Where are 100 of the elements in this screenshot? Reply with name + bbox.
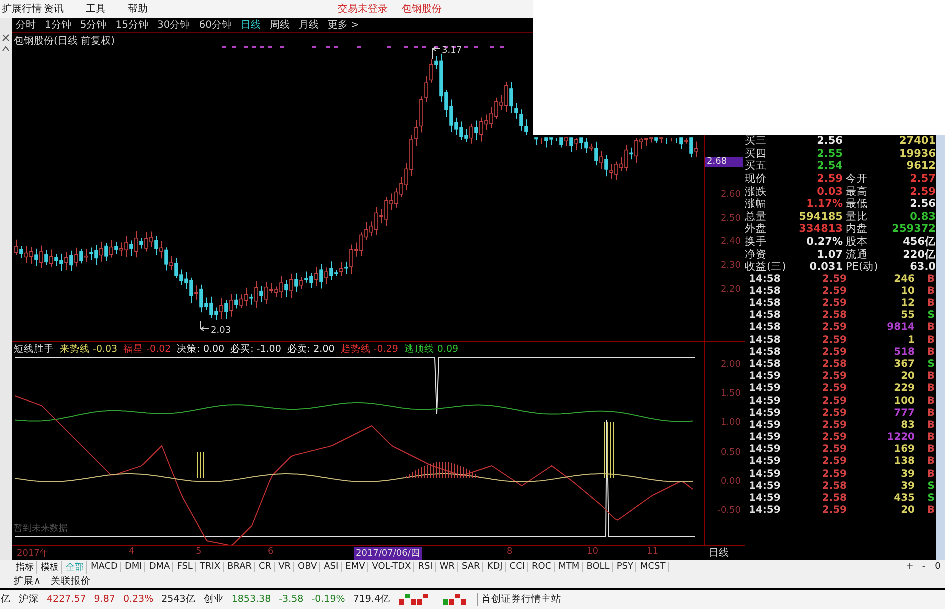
zoom-button[interactable]: + <box>903 562 917 572</box>
indicator-tab[interactable]: MTM <box>556 562 583 572</box>
zoom-button[interactable]: - <box>917 562 931 572</box>
indicator-tab[interactable]: DMA <box>147 562 174 572</box>
tick-price: 2.59 <box>821 346 847 359</box>
period-tab[interactable]: 1分钟 <box>45 18 72 32</box>
menu-item[interactable]: 帮助 <box>128 2 168 16</box>
period-tab[interactable]: 30分钟 <box>157 18 190 32</box>
tick-volume: 1 <box>907 334 915 347</box>
indicator-tab[interactable]: BRAR <box>226 562 256 572</box>
zoom-button[interactable]: 0 <box>931 562 945 572</box>
extra-tab[interactable]: 扩展∧ <box>14 574 41 588</box>
period-tab[interactable]: 周线 <box>270 18 290 32</box>
indicator-tab[interactable]: KDJ <box>485 562 506 572</box>
indicator-tab[interactable]: OBV <box>296 562 320 572</box>
indicator-tab[interactable]: PSY <box>614 562 636 572</box>
period-tab[interactable]: 5分钟 <box>80 18 107 32</box>
indicator-tab[interactable]: MCST <box>638 562 669 572</box>
quote-value: 0.83 <box>909 210 936 223</box>
tick-side: B <box>926 346 935 359</box>
quote-value: 63.0 <box>909 261 936 274</box>
tick-time: 14:58 <box>749 358 782 371</box>
tick-time: 14:59 <box>749 371 782 384</box>
axis-label: 2.30 <box>720 261 741 271</box>
tick-side: S <box>926 358 935 371</box>
quote-label: 量比 <box>845 210 869 223</box>
tick-price: 2.59 <box>821 408 847 420</box>
indicator-tab[interactable]: FSL <box>175 562 196 572</box>
candlestick <box>541 138 542 145</box>
close-icon[interactable] <box>2 34 10 42</box>
period-tab[interactable]: 15分钟 <box>116 18 148 32</box>
period-tab[interactable]: 月线 <box>298 18 319 32</box>
tick-time: 14:59 <box>749 396 782 408</box>
tick-time: 14:59 <box>749 480 782 493</box>
tick-time: 14:58 <box>749 310 782 322</box>
tick-volume: 12 <box>900 298 915 310</box>
quote-value: 0.27% <box>806 236 843 248</box>
tick-side: B <box>926 432 935 444</box>
quote-value: 2.54 <box>816 160 843 172</box>
tick-price: 2.58 <box>821 493 847 505</box>
quote-value: 334813 <box>798 223 843 236</box>
period-tab[interactable]: 60分钟 <box>199 18 232 32</box>
quote-value: 456亿 <box>902 236 936 248</box>
quote-label: PE(动) <box>845 261 880 274</box>
tick-volume: 518 <box>893 346 915 359</box>
quote-label: 买四 <box>745 148 768 160</box>
indicator-tab[interactable]: VR <box>276 562 294 572</box>
tick-volume: 1220 <box>886 432 915 444</box>
indicator-tab[interactable]: BOLL <box>584 562 613 572</box>
tick-price: 2.59 <box>821 371 847 384</box>
date-label: 4 <box>128 547 136 557</box>
quote-value: 220亿 <box>902 248 936 261</box>
axis-label: 1.00 <box>720 418 741 428</box>
indicator-tab[interactable]: VOL-TDX <box>370 562 414 572</box>
legend-item: 必卖: 2.00 <box>287 342 335 356</box>
mini-bar-drawing <box>398 594 469 606</box>
indicator-tab[interactable]: RSI <box>416 562 436 572</box>
menu-item[interactable]: 工具 <box>86 2 126 16</box>
tick-time: 14:58 <box>749 334 782 347</box>
quote-label: 涨跌 <box>745 186 768 198</box>
indicator-tab[interactable]: EMV <box>344 562 368 572</box>
indicator-tab[interactable]: ROC <box>530 562 555 572</box>
quote-label: 净资 <box>745 248 768 261</box>
quote-value: 2.59 <box>909 186 936 198</box>
menu-item[interactable]: 资讯 <box>44 2 84 16</box>
indicator-tab[interactable]: DMI <box>122 562 146 572</box>
tick-volume: 100 <box>893 396 915 408</box>
quote-value: 594185 <box>798 210 843 223</box>
indicator-tab[interactable]: CR <box>257 562 275 572</box>
quote-value: 0.03 <box>816 186 843 198</box>
tick-volume: 83 <box>900 420 915 432</box>
axis-label: 2.00 <box>720 360 741 370</box>
tick-price: 2.58 <box>821 310 847 322</box>
tick-side: B <box>926 505 935 518</box>
indicator-tab[interactable]: ASI <box>322 562 342 572</box>
quote-label: 流通 <box>845 248 869 261</box>
tick-time: 14:59 <box>749 420 782 432</box>
indicator-tab[interactable]: CCI <box>508 562 528 572</box>
tick-volume: 20 <box>900 371 915 384</box>
quote-value: 2.56 <box>816 135 843 148</box>
quote-label: 现价 <box>745 173 768 186</box>
indicator-tab[interactable]: TRIX <box>198 562 224 572</box>
axis-label: -0.50 <box>718 506 741 516</box>
indicator-tab[interactable]: WR <box>438 562 458 572</box>
indicator-tab[interactable]: SAR <box>460 562 484 572</box>
indicator-tab[interactable]: MACD <box>89 562 121 572</box>
menu-item[interactable]: 扩展行情 <box>2 2 42 16</box>
period-tab[interactable]: 日线 <box>240 18 261 32</box>
tick-side: B <box>926 298 935 310</box>
low-price-label: 2.03 <box>211 326 232 336</box>
tick-price: 2.59 <box>821 383 847 396</box>
chevron-up-icon[interactable] <box>2 46 10 52</box>
period-tab[interactable]: 分时 <box>16 18 36 32</box>
tick-volume: 10 <box>900 286 915 298</box>
tick-side: S <box>926 310 935 322</box>
quote-label: 买五 <box>745 160 768 172</box>
tick-price: 2.59 <box>821 334 847 347</box>
extra-tab[interactable]: 关联报价 <box>50 574 91 588</box>
period-tab[interactable]: 更多 > <box>328 18 360 32</box>
status-item: 0.23% <box>123 594 154 605</box>
